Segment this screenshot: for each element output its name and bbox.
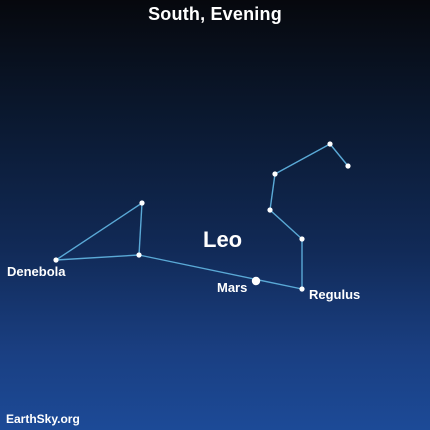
constellation-line-zeta-mu [274, 143, 331, 175]
constellation-line-tri_top-tri_bot [138, 202, 143, 256]
constellation-line-tri_bot-denebola [55, 254, 140, 261]
star-label-regulus: Regulus [309, 287, 361, 302]
planet-label-mars: Mars [217, 280, 248, 295]
star-tri-bot [136, 252, 142, 258]
constellation-line-gamma-zeta [269, 173, 276, 211]
star-regulus [299, 286, 305, 292]
star-tri-top [139, 200, 145, 206]
constellation-line-eta-gamma [269, 209, 303, 240]
constellation-line-denebola-tri_top [55, 202, 143, 261]
sky-chart: South, Evening Leo Denebola Mars Regulus… [0, 0, 430, 430]
star-gamma [267, 207, 273, 213]
chart-title: South, Evening [148, 4, 282, 24]
star-denebola [53, 257, 59, 263]
constellation-chart [53, 141, 351, 292]
star-epsilon [345, 163, 351, 169]
constellation-line-mu-epsilon [329, 143, 349, 167]
credit-text: EarthSky.org [6, 412, 80, 426]
planet-mars [251, 276, 261, 286]
star-label-denebola: Denebola [7, 264, 66, 279]
star-zeta [272, 171, 278, 177]
star-mu [327, 141, 333, 147]
constellation-label-leo: Leo [203, 227, 243, 252]
star-eta [299, 236, 305, 242]
